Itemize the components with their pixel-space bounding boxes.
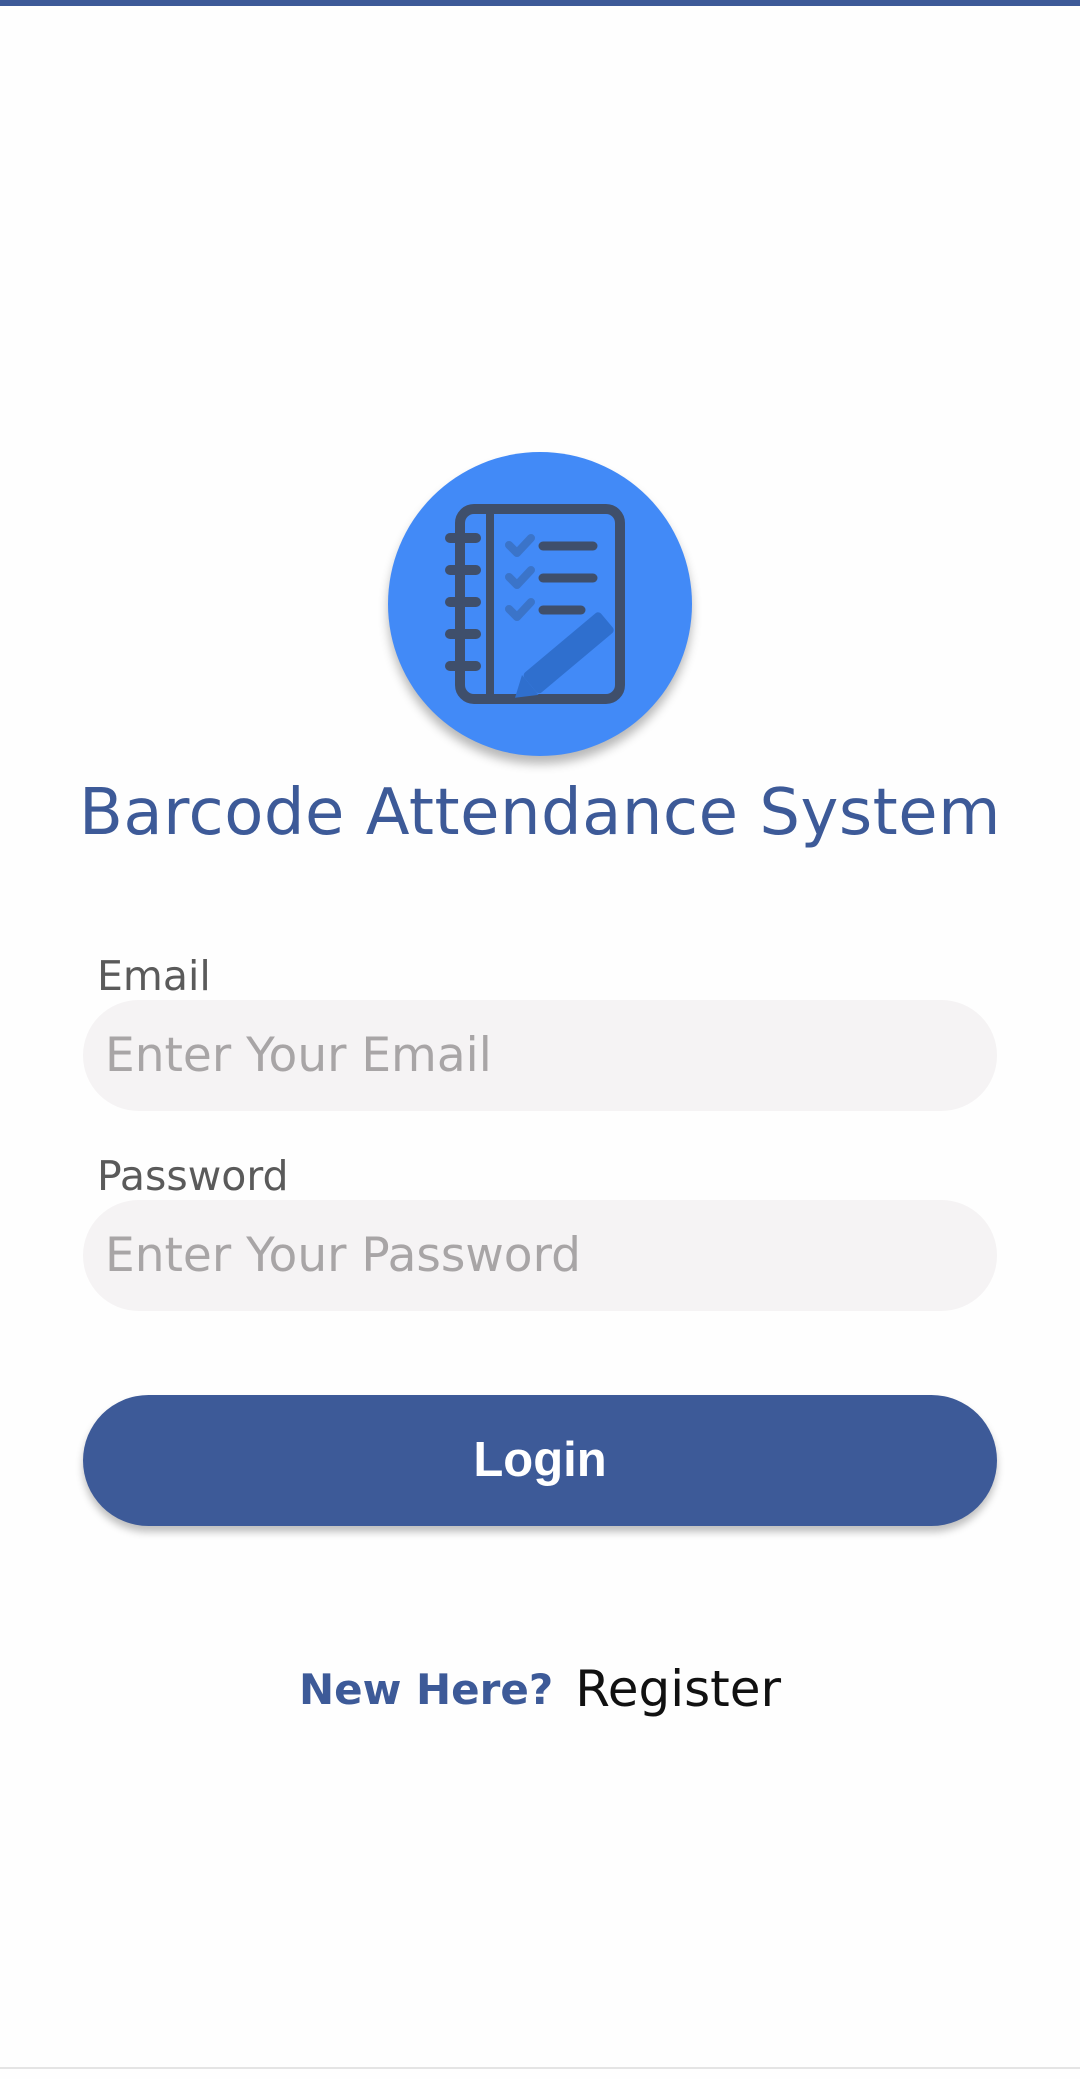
app-logo: [388, 452, 692, 756]
notebook-checklist-icon: [445, 504, 625, 704]
login-screen: Barcode Attendance System Email Password…: [0, 0, 1080, 2079]
login-button[interactable]: Login: [83, 1395, 997, 1526]
email-label: Email: [97, 952, 211, 1000]
top-accent-bar: [0, 0, 1080, 6]
password-input[interactable]: [83, 1200, 997, 1311]
register-prompt-row: New Here? Register: [0, 1660, 1080, 1718]
new-here-text: New Here?: [298, 1664, 554, 1714]
password-label: Password: [97, 1152, 289, 1200]
bottom-divider: [0, 2067, 1080, 2069]
app-title: Barcode Attendance System: [79, 776, 1001, 850]
email-input[interactable]: [83, 1000, 997, 1111]
register-link[interactable]: Register: [575, 1660, 781, 1718]
password-field-container[interactable]: [83, 1200, 997, 1311]
email-field-container[interactable]: [83, 1000, 997, 1111]
